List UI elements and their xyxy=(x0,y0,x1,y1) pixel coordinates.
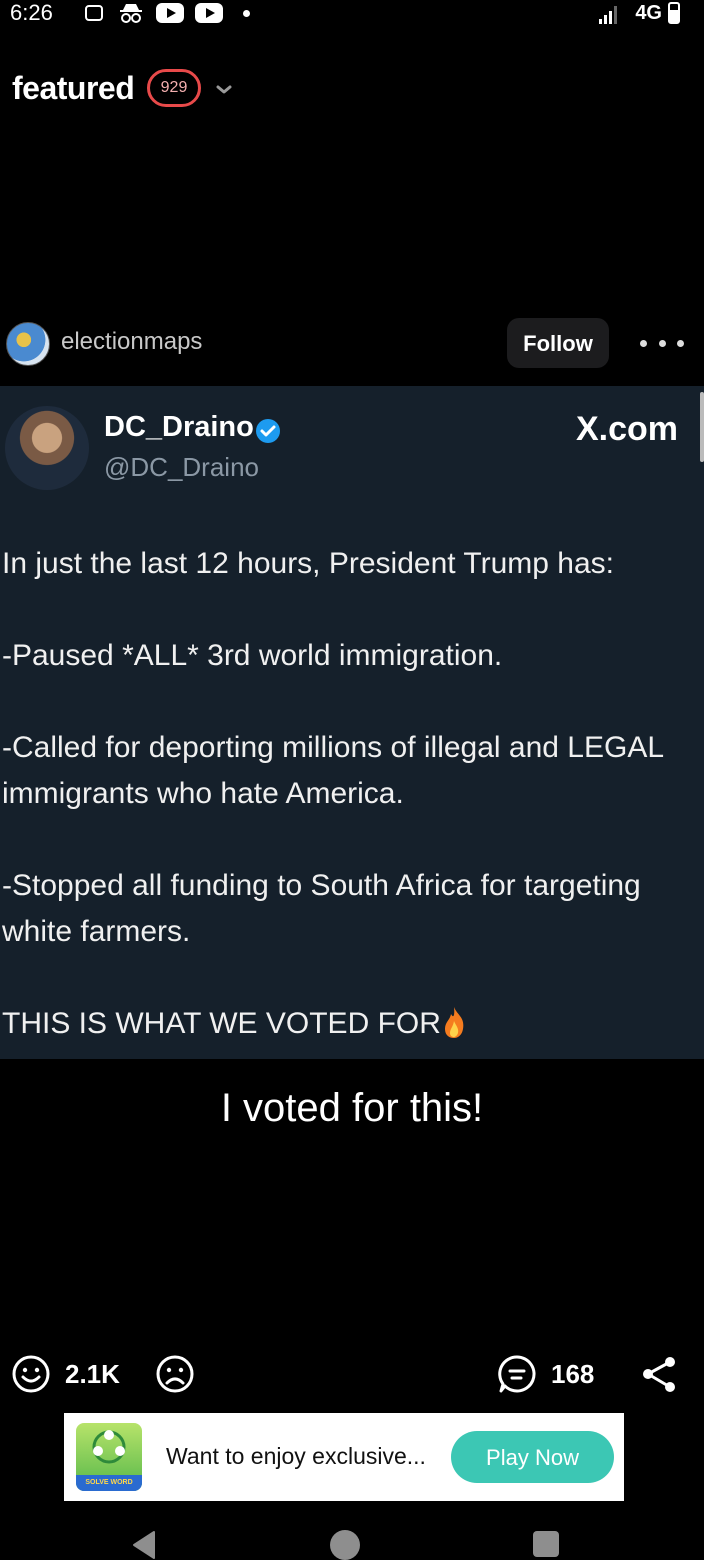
upvote-smile-icon[interactable] xyxy=(11,1354,51,1394)
post-image[interactable]: DC_Draino @DC_Draino X.com In just the l… xyxy=(0,386,704,1059)
post-caption: I voted for this! xyxy=(220,1086,484,1130)
ad-app-icon[interactable]: SOLVE WORD PUZZLE xyxy=(76,1423,142,1491)
tweet-author-name: DC_Draino xyxy=(104,411,254,443)
verified-badge-icon xyxy=(256,419,280,443)
recent-apps-icon[interactable] xyxy=(533,1531,559,1557)
ad-banner[interactable]: SOLVE WORD PUZZLE Want to enjoy exclusiv… xyxy=(64,1413,624,1501)
fire-emoji-icon xyxy=(444,1007,464,1038)
battery-icon xyxy=(668,2,680,24)
play-now-button[interactable]: Play Now xyxy=(451,1431,614,1483)
feed-title[interactable]: featured xyxy=(12,70,135,107)
follow-button[interactable]: Follow xyxy=(507,318,609,368)
upvote-count: 2.1K xyxy=(65,1359,120,1389)
tweet-body: In just the last 12 hours, President Tru… xyxy=(2,547,663,1040)
youtube-icon xyxy=(195,3,223,23)
count-badge: 929 xyxy=(147,69,201,107)
youtube-icon xyxy=(156,3,184,23)
notification-icon xyxy=(85,3,103,23)
ad-text[interactable]: Want to enjoy exclusive... xyxy=(166,1443,426,1470)
home-icon[interactable] xyxy=(330,1530,360,1560)
comment-count[interactable]: 168 xyxy=(551,1359,594,1390)
scrollbar xyxy=(700,392,704,462)
back-icon[interactable] xyxy=(130,1530,158,1560)
incognito-icon xyxy=(118,3,144,23)
network-type: 4G xyxy=(635,2,662,24)
dot-icon xyxy=(243,3,250,23)
word-puzzle-icon xyxy=(92,1430,126,1464)
signal-icon xyxy=(599,6,617,24)
downvote-frown-icon[interactable] xyxy=(155,1354,195,1394)
comment-icon[interactable] xyxy=(497,1354,537,1394)
tweet-source: X.com xyxy=(575,410,678,448)
more-options-icon[interactable] xyxy=(640,330,684,356)
chevron-down-icon[interactable] xyxy=(214,82,234,96)
tweet-handle: @DC_Draino xyxy=(104,452,259,482)
ad-image-caption: SOLVE WORD PUZZLE xyxy=(76,1475,142,1491)
tweet-avatar xyxy=(5,406,89,490)
avatar[interactable] xyxy=(6,322,50,366)
author-name[interactable]: electionmaps xyxy=(61,328,202,356)
status-time: 6:26 xyxy=(10,0,53,25)
share-icon[interactable] xyxy=(639,1354,679,1394)
